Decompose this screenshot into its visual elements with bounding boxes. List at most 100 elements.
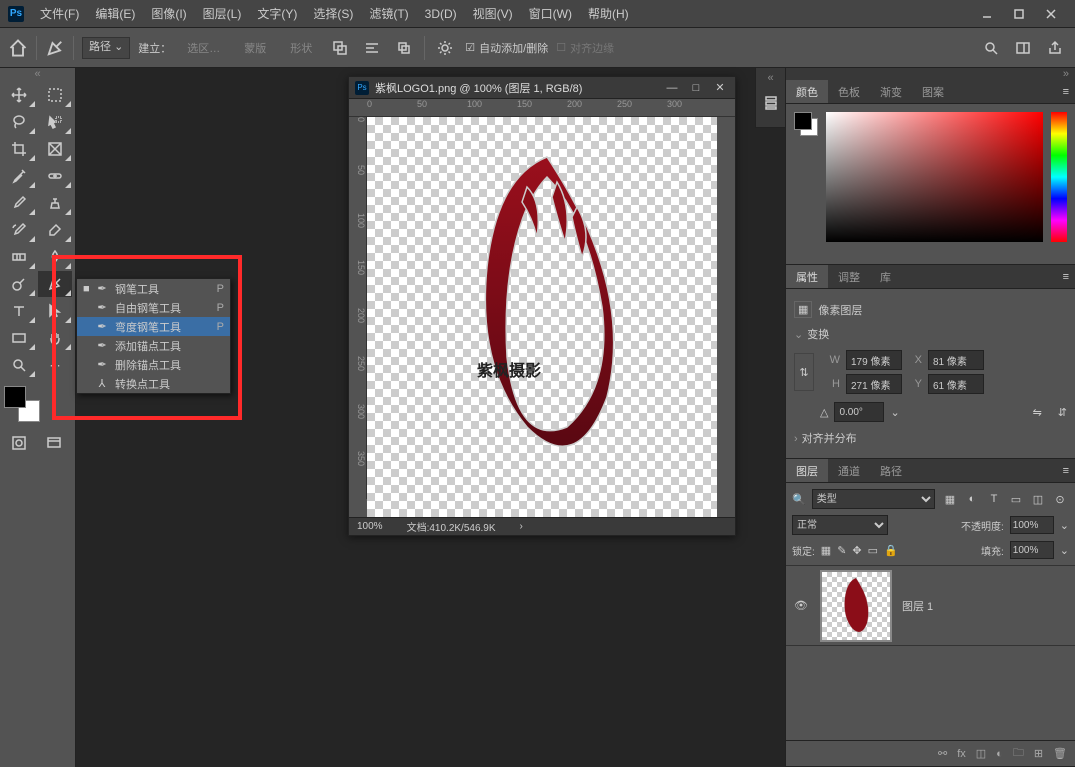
move-tool[interactable] xyxy=(2,82,36,108)
disclosure-icon[interactable]: › xyxy=(794,433,798,445)
filter-toggle-icon[interactable]: ⊙ xyxy=(1051,490,1069,508)
path-arrangement-icon[interactable] xyxy=(392,36,416,60)
share-icon[interactable] xyxy=(1043,36,1067,60)
panel-expand-icon[interactable]: « xyxy=(763,72,779,84)
tab-properties[interactable]: 属性 xyxy=(786,265,828,288)
type-tool[interactable] xyxy=(2,298,36,324)
make-shape-button[interactable]: 形状 xyxy=(282,38,320,58)
flyout-convert-point-tool[interactable]: ⅄ 转换点工具 xyxy=(77,374,230,393)
document-canvas[interactable]: 紫枫摄影 xyxy=(367,117,717,517)
filter-smartobject-icon[interactable]: ◫ xyxy=(1029,490,1047,508)
edit-toolbar-button[interactable]: ⋯ xyxy=(38,352,72,378)
menu-edit[interactable]: 编辑(E) xyxy=(87,5,143,22)
ruler-vertical[interactable]: 050100150200250300350 xyxy=(349,117,367,499)
link-wh-icon[interactable]: ⇅ xyxy=(794,353,814,391)
lock-transparency-icon[interactable]: ▦ xyxy=(821,544,831,557)
panel-collapse-icon[interactable]: « xyxy=(0,68,75,80)
align-edges-checkbox[interactable]: ☐对齐边缘 xyxy=(556,40,614,56)
frame-tool[interactable] xyxy=(38,136,72,162)
history-brush-tool[interactable] xyxy=(2,217,36,243)
menu-select[interactable]: 选择(S) xyxy=(305,5,361,22)
flip-horizontal-icon[interactable]: ⇋ xyxy=(1033,406,1042,419)
healing-brush-tool[interactable] xyxy=(38,163,72,189)
layer-thumbnail[interactable] xyxy=(820,570,892,642)
lock-artboard-icon[interactable]: ▭ xyxy=(868,544,878,557)
search-icon[interactable] xyxy=(979,36,1003,60)
lasso-tool[interactable] xyxy=(2,109,36,135)
color-swatch[interactable] xyxy=(794,112,818,136)
history-panel-icon[interactable] xyxy=(754,90,788,116)
layer-name[interactable]: 图层 1 xyxy=(902,598,933,614)
tab-paths[interactable]: 路径 xyxy=(870,459,912,482)
window-maximize-button[interactable] xyxy=(1007,6,1031,22)
menu-image[interactable]: 图像(I) xyxy=(143,5,194,22)
menu-help[interactable]: 帮助(H) xyxy=(580,5,637,22)
lock-all-icon[interactable]: 🔒 xyxy=(884,544,898,557)
y-input[interactable] xyxy=(928,374,984,394)
menu-window[interactable]: 窗口(W) xyxy=(521,5,580,22)
tab-swatches[interactable]: 色板 xyxy=(828,80,870,103)
flyout-curvature-pen-tool[interactable]: ✒ 弯度钢笔工具 P xyxy=(77,317,230,336)
flyout-freeform-pen-tool[interactable]: ✒ 自由钢笔工具 P xyxy=(77,298,230,317)
link-layers-icon[interactable]: ⚯ xyxy=(938,747,947,760)
menu-3d[interactable]: 3D(D) xyxy=(417,7,465,21)
gear-icon[interactable] xyxy=(433,36,457,60)
adjustment-layer-icon[interactable]: ◐ xyxy=(996,748,1003,760)
window-minimize-button[interactable] xyxy=(975,6,999,22)
quick-select-tool[interactable] xyxy=(38,109,72,135)
path-selection-tool[interactable] xyxy=(38,298,72,324)
eyedropper-tool[interactable] xyxy=(2,163,36,189)
color-field[interactable] xyxy=(826,112,1043,242)
disclosure-icon[interactable]: ⌄ xyxy=(794,329,803,341)
home-icon[interactable] xyxy=(8,38,28,58)
hand-tool[interactable] xyxy=(38,325,72,351)
doc-close-button[interactable]: ✕ xyxy=(711,80,729,96)
layer-row[interactable]: 👁 图层 1 xyxy=(786,566,1075,646)
tab-patterns[interactable]: 图案 xyxy=(912,80,954,103)
auto-add-delete-checkbox[interactable]: ☑自动添加/删除 xyxy=(465,40,548,56)
doc-maximize-button[interactable]: □ xyxy=(687,80,705,96)
clone-stamp-tool[interactable] xyxy=(38,190,72,216)
foreground-background-colors[interactable] xyxy=(4,386,40,422)
layer-filter-select[interactable]: 类型 xyxy=(812,489,935,509)
menu-view[interactable]: 视图(V) xyxy=(465,5,521,22)
menu-file[interactable]: 文件(F) xyxy=(32,5,87,22)
layer-mask-icon[interactable]: ◫ xyxy=(976,747,986,760)
screen-mode-toggle[interactable] xyxy=(37,430,71,456)
rectangle-tool[interactable] xyxy=(2,325,36,351)
menu-layer[interactable]: 图层(L) xyxy=(195,5,250,22)
filter-type-icon[interactable]: T xyxy=(985,490,1003,508)
lock-position-icon[interactable]: ✥ xyxy=(852,544,861,557)
quick-mask-toggle[interactable] xyxy=(2,430,36,456)
filter-pixel-icon[interactable]: ▦ xyxy=(941,490,959,508)
flyout-delete-anchor-tool[interactable]: ✒ 删除锚点工具 xyxy=(77,355,230,374)
layer-group-icon[interactable]: 🗀 xyxy=(1013,744,1024,763)
opacity-dropdown-icon[interactable]: ⌄ xyxy=(1060,519,1069,532)
path-operations-icon[interactable] xyxy=(328,36,352,60)
path-alignment-icon[interactable] xyxy=(360,36,384,60)
angle-input[interactable] xyxy=(834,402,884,422)
x-input[interactable] xyxy=(928,350,984,370)
filter-search-icon[interactable]: 🔍 xyxy=(792,493,806,506)
new-layer-icon[interactable]: ⊞ xyxy=(1034,747,1043,760)
eraser-tool[interactable] xyxy=(38,217,72,243)
tab-color[interactable]: 颜色 xyxy=(786,80,828,103)
pen-tool-icon[interactable] xyxy=(45,38,65,58)
width-input[interactable] xyxy=(846,350,902,370)
lock-image-icon[interactable]: ✎ xyxy=(837,544,846,557)
panel-menu-icon[interactable]: ≡ xyxy=(1057,465,1075,477)
opacity-input[interactable] xyxy=(1010,516,1054,534)
tab-gradients[interactable]: 渐变 xyxy=(870,80,912,103)
blur-tool[interactable] xyxy=(38,244,72,270)
flyout-pen-tool[interactable]: ■ ✒ 钢笔工具 P xyxy=(77,279,230,298)
doc-minimize-button[interactable]: — xyxy=(663,80,681,96)
fill-dropdown-icon[interactable]: ⌄ xyxy=(1060,544,1069,557)
tab-channels[interactable]: 通道 xyxy=(828,459,870,482)
delete-layer-icon[interactable]: 🗑 xyxy=(1053,747,1067,760)
workspace-switcher-icon[interactable] xyxy=(1011,36,1035,60)
menu-filter[interactable]: 滤镜(T) xyxy=(361,5,416,22)
flyout-add-anchor-tool[interactable]: ✒ 添加锚点工具 xyxy=(77,336,230,355)
panel-menu-icon[interactable]: ≡ xyxy=(1057,86,1075,98)
dodge-tool[interactable] xyxy=(2,271,36,297)
panel-collapse-icon[interactable]: » xyxy=(786,68,1075,80)
